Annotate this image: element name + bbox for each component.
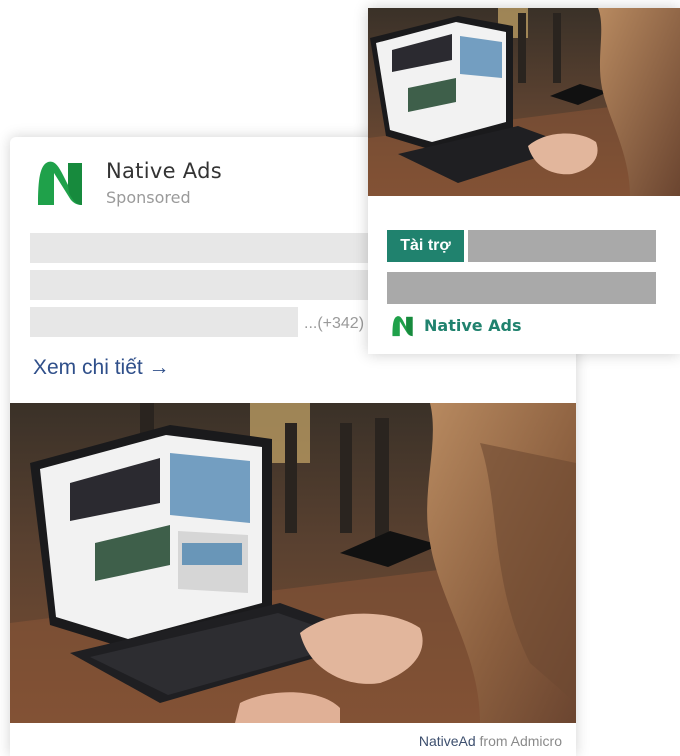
- ad-image-laptop-photo[interactable]: [10, 403, 576, 723]
- overlay-brand-name: Native Ads: [424, 316, 522, 335]
- ad-header: Native Ads Sponsored: [36, 157, 396, 209]
- ad-text-placeholder-line: [30, 307, 298, 337]
- footer-brand: NativeAd: [418, 733, 476, 749]
- native-ads-logo-icon: [392, 316, 413, 337]
- ad-footer-credit: NativeAd from Admicro: [419, 733, 562, 749]
- sponsored-label: Sponsored: [106, 188, 191, 207]
- overlay-title-placeholder: [387, 272, 656, 304]
- native-ads-logo-icon: [38, 161, 82, 206]
- see-details-link[interactable]: Xem chi tiết →: [33, 356, 170, 380]
- overlay-sponsored-badge: Tài trợ: [387, 230, 464, 262]
- overlay-native-ad-card[interactable]: Tài trợ Native Ads: [368, 8, 680, 354]
- more-count: ...(+342): [304, 315, 365, 332]
- overlay-ad-image-laptop-photo[interactable]: [368, 8, 680, 196]
- footer-from: from Admicro: [479, 733, 562, 749]
- ad-brand-name[interactable]: Native Ads: [106, 159, 222, 183]
- overlay-title-placeholder: [468, 230, 656, 262]
- overlay-brand[interactable]: Native Ads: [390, 314, 590, 338]
